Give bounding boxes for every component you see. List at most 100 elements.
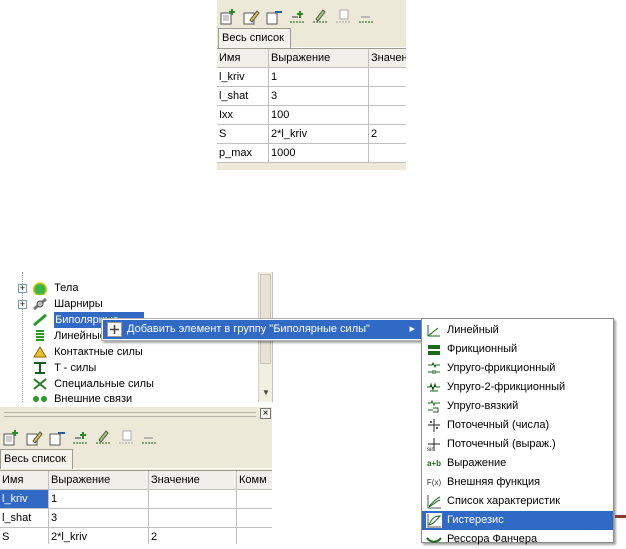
cell-value[interactable] — [369, 87, 406, 105]
tree-item-special-forces[interactable]: Специальные силы — [32, 376, 154, 392]
cell-comment[interactable] — [237, 509, 272, 527]
hysteresis-icon — [426, 513, 442, 528]
table-row[interactable]: Ixx 100 — [217, 106, 406, 125]
edit-variable-icon[interactable] — [25, 429, 43, 447]
submenu-item-label: Поточечный (числа) — [447, 419, 550, 431]
table-row[interactable]: l_shat 3 — [217, 87, 406, 106]
cell-value[interactable] — [369, 106, 406, 124]
cell-value[interactable]: 2 — [149, 528, 237, 544]
cell-expression[interactable]: 2*l_kriv — [49, 528, 149, 544]
submenu-item-characteristics-list[interactable]: Список характеристик — [422, 492, 613, 511]
edit-variable-icon[interactable] — [242, 8, 260, 26]
table-row[interactable]: S 2*l_kriv 2 — [0, 528, 272, 544]
background-mark — [615, 515, 626, 518]
tab-full-list[interactable]: Весь список — [218, 28, 291, 48]
column-header-value[interactable]: Значение — [149, 471, 237, 489]
contact-forces-icon — [32, 345, 48, 359]
cell-name[interactable]: p_max — [217, 144, 269, 162]
special-forces-icon — [32, 377, 48, 391]
delete-group-icon[interactable] — [357, 8, 375, 26]
close-icon[interactable]: × — [260, 408, 271, 419]
external-links-icon — [32, 392, 48, 402]
submenu-item-elastic-2-friction[interactable]: Упруго-2-фрикционный — [422, 378, 613, 397]
cell-value[interactable] — [149, 490, 237, 508]
cell-expression[interactable]: 1 — [49, 490, 149, 508]
cell-name[interactable]: l_shat — [217, 87, 269, 105]
cell-expression[interactable]: 1 — [269, 68, 369, 86]
submenu-item-pointwise-expressions[interactable]: sin Поточечный (выраж.) — [422, 435, 613, 454]
submenu-item-friction[interactable]: Фрикционный — [422, 340, 613, 359]
table-row[interactable]: p_max 1000 — [217, 144, 406, 163]
cell-name[interactable]: l_shat — [0, 509, 49, 527]
column-header-name[interactable]: Имя — [217, 49, 269, 67]
submenu-item-pointwise-numbers[interactable]: Поточечный (числа) — [422, 416, 613, 435]
cell-expression[interactable]: 1000 — [269, 144, 369, 162]
edit-group-icon[interactable] — [94, 429, 112, 447]
cell-expression[interactable]: 100 — [269, 106, 369, 124]
panel-splitter[interactable]: × — [0, 407, 272, 422]
tree-item-external-links[interactable]: Внешние связи — [32, 391, 132, 402]
submenu-item-elastic-friction[interactable]: Упруго-фрикционный — [422, 359, 613, 378]
cell-name[interactable]: l_kriv — [0, 490, 49, 508]
column-header-expression[interactable]: Выражение — [269, 49, 369, 67]
cell-value[interactable] — [369, 68, 406, 86]
tree-expand-toggle[interactable]: + — [18, 300, 27, 309]
grid-header: Имя Выражение Значен — [217, 49, 406, 68]
scroll-down-arrow-icon[interactable]: ▼ — [261, 388, 271, 398]
top-variables-grid: Имя Выражение Значен l_kriv 1 l_shat 3 I… — [217, 48, 406, 163]
table-row[interactable]: l_kriv 1 — [217, 68, 406, 87]
tree-item-t-forces[interactable]: T - силы — [32, 360, 96, 376]
edit-group-icon[interactable] — [311, 8, 329, 26]
add-element-icon — [107, 322, 122, 337]
column-header-expression[interactable]: Выражение — [49, 471, 149, 489]
copy-group-icon[interactable] — [117, 429, 135, 447]
table-row[interactable]: l_kriv 1 — [0, 490, 272, 509]
cell-name[interactable]: S — [217, 125, 269, 143]
submenu-item-external-function[interactable]: F(x) Внешняя функция — [422, 473, 613, 492]
tree-item-linear-forces[interactable]: Линейные — [32, 328, 106, 344]
cell-value[interactable] — [149, 509, 237, 527]
table-row[interactable]: S 2*l_kriv 2 — [217, 125, 406, 144]
delete-variable-icon[interactable] — [48, 429, 66, 447]
t-forces-icon — [32, 361, 48, 375]
submenu-item-fancher-spring[interactable]: Рессора Фанчера — [422, 530, 613, 549]
tree-item-label: Внешние связи — [54, 393, 133, 402]
menu-item-add-element[interactable]: Добавить элемент в группу "Биполярные си… — [103, 320, 421, 339]
submenu-item-viscoelastic[interactable]: Упруго-вязкий — [422, 397, 613, 416]
submenu-item-hysteresis[interactable]: Гистерезис — [422, 511, 613, 530]
add-group-icon[interactable] — [288, 8, 306, 26]
column-header-comment[interactable]: Комм — [237, 471, 272, 489]
cell-expression[interactable]: 3 — [269, 87, 369, 105]
delete-group-icon[interactable] — [140, 429, 158, 447]
delete-variable-icon[interactable] — [265, 8, 283, 26]
cell-name[interactable]: Ixx — [217, 106, 269, 124]
tree-item-label: T - силы — [54, 362, 97, 374]
cell-value[interactable] — [369, 144, 406, 162]
submenu-item-label: Внешняя функция — [447, 476, 541, 488]
copy-group-icon[interactable] — [334, 8, 352, 26]
table-row[interactable]: l_shat 3 — [0, 509, 272, 528]
cell-value[interactable]: 2 — [369, 125, 406, 143]
tree-item-joints[interactable]: Шарниры — [32, 296, 103, 312]
submenu-item-label: Фрикционный — [447, 343, 518, 355]
tree-item-bodies[interactable]: Тела — [32, 280, 78, 296]
cell-name[interactable]: l_kriv — [217, 68, 269, 86]
add-variable-icon[interactable] — [2, 429, 20, 447]
add-group-icon[interactable] — [71, 429, 89, 447]
tree-item-label: Линейные — [54, 330, 106, 342]
submenu-item-label: Поточечный (выраж.) — [447, 438, 556, 450]
cell-expression[interactable]: 3 — [49, 509, 149, 527]
column-header-name[interactable]: Имя — [0, 471, 49, 489]
column-header-value[interactable]: Значен — [369, 49, 406, 67]
cell-name[interactable]: S — [0, 528, 49, 544]
cell-comment[interactable] — [237, 490, 272, 508]
submenu-item-expression[interactable]: a+b Выражение — [422, 454, 613, 473]
cell-comment[interactable] — [237, 528, 272, 544]
submenu-item-linear[interactable]: Линейный — [422, 321, 613, 340]
add-variable-icon[interactable] — [219, 8, 237, 26]
tree-item-label: Тела — [54, 282, 79, 294]
tree-expand-toggle[interactable]: + — [18, 284, 27, 293]
tab-full-list[interactable]: Весь список — [0, 449, 73, 469]
tree-item-contact-forces[interactable]: Контактные силы — [32, 344, 143, 360]
cell-expression[interactable]: 2*l_kriv — [269, 125, 369, 143]
